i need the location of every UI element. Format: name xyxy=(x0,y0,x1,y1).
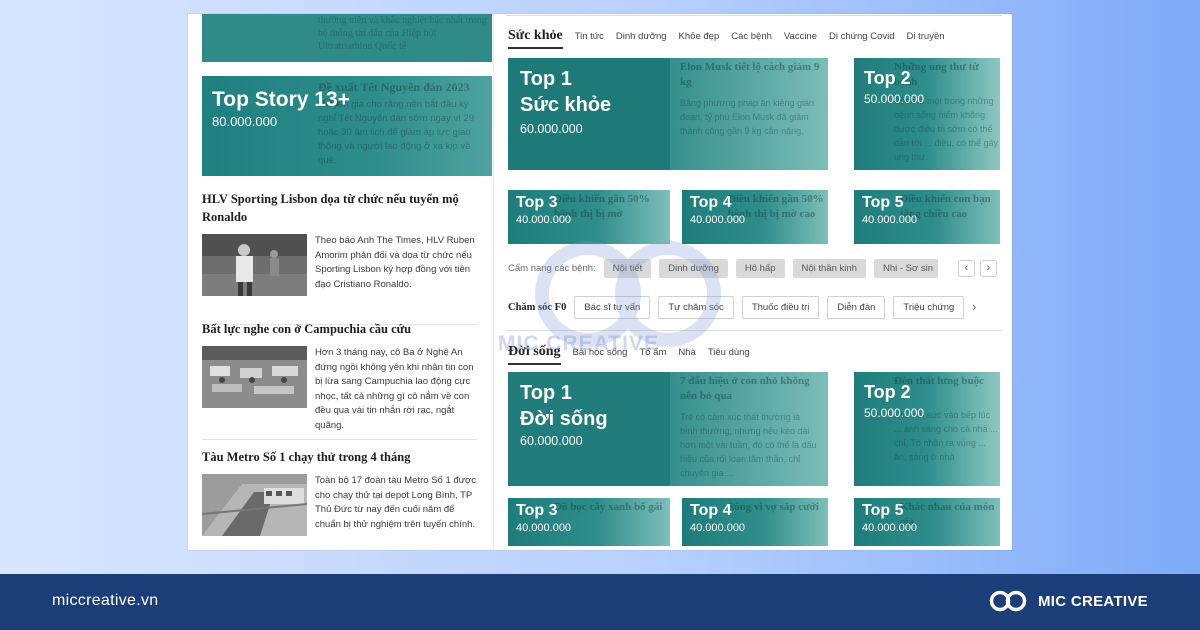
slot-rank: Top 1 xyxy=(520,68,572,90)
slot-rank: Top 3 xyxy=(516,502,558,519)
chip-pediatrics[interactable]: Nhi - Sơ sin xyxy=(873,259,938,278)
tab-health-beauty[interactable]: Khỏe đẹp xyxy=(679,31,720,42)
footer-bar: miccreative.vn MIC CREATIVE xyxy=(0,574,1200,630)
slot-price: 40.000.000 xyxy=(516,214,572,226)
slot-price: 60.000.000 xyxy=(520,434,583,448)
chip-endocrine[interactable]: Nội tiết xyxy=(603,259,652,278)
f0-doctor-button[interactable]: Bác sĩ tư vấn xyxy=(574,296,651,319)
section-header-health: Sức khỏe Tin tức Dinh dưỡng Khỏe đẹp Các… xyxy=(508,28,945,49)
news-summary: Theo báo Anh The Times, HLV Ruben Amorim… xyxy=(315,235,475,290)
tab-health-diseases[interactable]: Các bệnh xyxy=(731,31,772,42)
slot-rank: Top 5 xyxy=(862,502,904,519)
section-rule xyxy=(506,15,1002,16)
column-divider xyxy=(493,14,494,550)
slot-price: 50.000.000 xyxy=(864,92,925,106)
life-top5-slot[interactable]: Khác nhau của món giả Top 5 40.000.000 xyxy=(854,498,1000,546)
tab-health-vaccine[interactable]: Vaccine xyxy=(784,31,817,42)
slot-rank: Top 2 xyxy=(864,68,911,88)
news-summary: Toàn bộ 17 đoàn tàu Metro Số 1 được cho … xyxy=(315,475,476,530)
ad-slot-title: Top Story 13+ xyxy=(212,88,350,111)
top-story-snippet: thường niên và khắc nghiệt bậc nhất tron… xyxy=(318,15,487,52)
chip-respiratory[interactable]: Hô hấp xyxy=(735,259,785,278)
news-title[interactable]: Tàu Metro Số 1 chạy thử trong 4 tháng xyxy=(202,448,477,466)
slot-rank: Top 5 xyxy=(862,194,904,211)
news-item[interactable]: Bất lực nghe con ở Campuchia cầu cứu Hơn… xyxy=(202,320,477,433)
watermark-text: MIC CREATIVE xyxy=(498,332,659,355)
health-top1-slot[interactable]: Elon Musk tiết lộ cách giảm 9 kg Bằng ph… xyxy=(508,58,828,170)
f0-label: Chăm sóc F0 xyxy=(508,302,567,313)
section-title-health[interactable]: Sức khỏe xyxy=(508,28,563,49)
tab-health-genetics[interactable]: Di truyền xyxy=(907,31,945,42)
footer-brand: MIC CREATIVE xyxy=(986,589,1148,613)
chevron-right-icon[interactable]: › xyxy=(972,299,976,314)
news-item[interactable]: HLV Sporting Lisbon dọa từ chức nếu tuyể… xyxy=(202,190,477,296)
life-top3-slot[interactable]: Đồ bọc cây xanh bổ gái Top 3 40.000.000 xyxy=(508,498,670,546)
top-story-card-partial[interactable]: thường niên và khắc nghiệt bậc nhất tron… xyxy=(202,14,492,62)
ghost-text: Trẻ có cảm xúc thất thường là bình thườn… xyxy=(680,412,817,478)
chip-nutrition[interactable]: Dinh dưỡng xyxy=(659,259,728,278)
slot-price: 40.000.000 xyxy=(516,522,572,534)
ghost-title: Sống vì vợ sắp cưới xyxy=(728,501,819,513)
news-summary: Hơn 3 tháng nay, cô Ba ở Nghệ An đứng ng… xyxy=(315,347,474,431)
slot-price: 60.000.000 xyxy=(520,122,583,136)
slot-price: 40.000.000 xyxy=(862,214,918,226)
health-top5-slot[interactable]: Điều khiến con bạn tăng chiều cao Top 5 … xyxy=(854,190,1000,244)
slot-price: 50.000.000 xyxy=(864,406,925,420)
f0-symptoms-button[interactable]: Triệu chứng xyxy=(893,296,965,319)
news-page-screenshot: thường niên và khắc nghiệt bậc nhất tron… xyxy=(188,14,1012,550)
footer-brand-name: MIC CREATIVE xyxy=(1038,592,1148,610)
slot-category: Đời sống xyxy=(520,408,608,430)
slot-price: 40.000.000 xyxy=(690,522,746,534)
health-top2-slot[interactable]: Những ung thư từ bệnh Bệnh là một trong … xyxy=(854,58,1000,170)
tab-health-news[interactable]: Tin tức xyxy=(575,31,604,42)
right-column: Sức khỏe Tin tức Dinh dưỡng Khỏe đẹp Các… xyxy=(506,14,1002,550)
mic-creative-logo-icon xyxy=(989,590,1027,612)
slot-rank: Top 2 xyxy=(864,382,911,402)
news-divider xyxy=(202,439,477,440)
slot-rank: Top 4 xyxy=(690,502,732,519)
f0-self-care-button[interactable]: Tự chăm sóc xyxy=(658,296,734,319)
slot-price: 40.000.000 xyxy=(690,214,746,226)
slot-rank: Top 3 xyxy=(516,194,558,211)
tab-health-nutrition[interactable]: Dinh dưỡng xyxy=(616,31,667,42)
f0-forum-button[interactable]: Diễn đàn xyxy=(827,296,886,319)
handbook-label: Cẩm nang các bệnh: xyxy=(508,263,596,274)
ghost-text: Bằng phương pháp ăn kiêng gián đoạn, tỷ … xyxy=(680,98,815,136)
life-top2-slot[interactable]: Đèn thắt lưng buộc Khi mỗi sức vào bếp l… xyxy=(854,372,1000,486)
life-top1-slot[interactable]: 7 dấu hiệu ở con nhỏ không nên bỏ qua Tr… xyxy=(508,372,828,486)
news-title[interactable]: HLV Sporting Lisbon dọa từ chức nếu tuyể… xyxy=(202,190,477,226)
footer-website[interactable]: miccreative.vn xyxy=(52,592,158,610)
ghost-title: Đồ bọc cây xanh bổ gái xyxy=(554,501,663,513)
chevron-left-icon[interactable]: ‹ xyxy=(958,260,975,277)
chevron-right-icon[interactable]: › xyxy=(980,260,997,277)
ghost-title: 7 dấu hiệu ở con nhỏ không nên bỏ qua xyxy=(680,375,810,402)
tab-health-long-covid[interactable]: Di chứng Covid xyxy=(829,31,895,42)
news-thumbnail-football[interactable] xyxy=(202,234,307,296)
news-item[interactable]: Tàu Metro Số 1 chạy thử trong 4 tháng To… xyxy=(202,448,477,536)
tab-life-consumer[interactable]: Tiêu dùng xyxy=(708,347,750,358)
slot-category: Sức khỏe xyxy=(520,94,612,116)
slot-price: 40.000.000 xyxy=(862,522,918,534)
disease-handbook-bar: Cẩm nang các bệnh: Nội tiết Dinh dưỡng H… xyxy=(508,259,938,278)
health-top3-slot[interactable]: Điều khiến gần 50% bệnh thị bị mờ Top 3 … xyxy=(508,190,670,244)
chip-neurology[interactable]: Nội thần kinh xyxy=(792,259,866,278)
life-top4-slot[interactable]: Sống vì vợ sắp cưới Top 4 40.000.000 xyxy=(682,498,828,546)
top-story-ad-slot[interactable]: Đề xuất Tết Nguyên đán 2023 sớm chuyên g… xyxy=(202,76,492,176)
f0-care-bar: Chăm sóc F0 Bác sĩ tư vấn Tự chăm sóc Th… xyxy=(508,296,965,319)
health-top4-slot[interactable]: Điều khiến gần 50% bệnh thị bị mờ cao To… xyxy=(682,190,828,244)
news-thumbnail-metro[interactable] xyxy=(202,474,307,536)
tab-life-home[interactable]: Nhà xyxy=(678,347,695,358)
ad-slot-price: 80.000.000 xyxy=(212,114,278,129)
ghost-title: Elon Musk tiết lộ cách giảm 9 kg xyxy=(680,61,820,88)
news-thumbnail-classroom[interactable] xyxy=(202,346,307,408)
left-column: thường niên và khắc nghiệt bậc nhất tron… xyxy=(188,14,493,550)
slot-rank: Top 1 xyxy=(520,382,572,404)
f0-medicine-button[interactable]: Thuốc điều trị xyxy=(741,296,820,319)
slot-rank: Top 4 xyxy=(690,194,732,211)
news-title[interactable]: Bất lực nghe con ở Campuchia cầu cứu xyxy=(202,320,477,338)
section-rule xyxy=(506,330,1002,331)
